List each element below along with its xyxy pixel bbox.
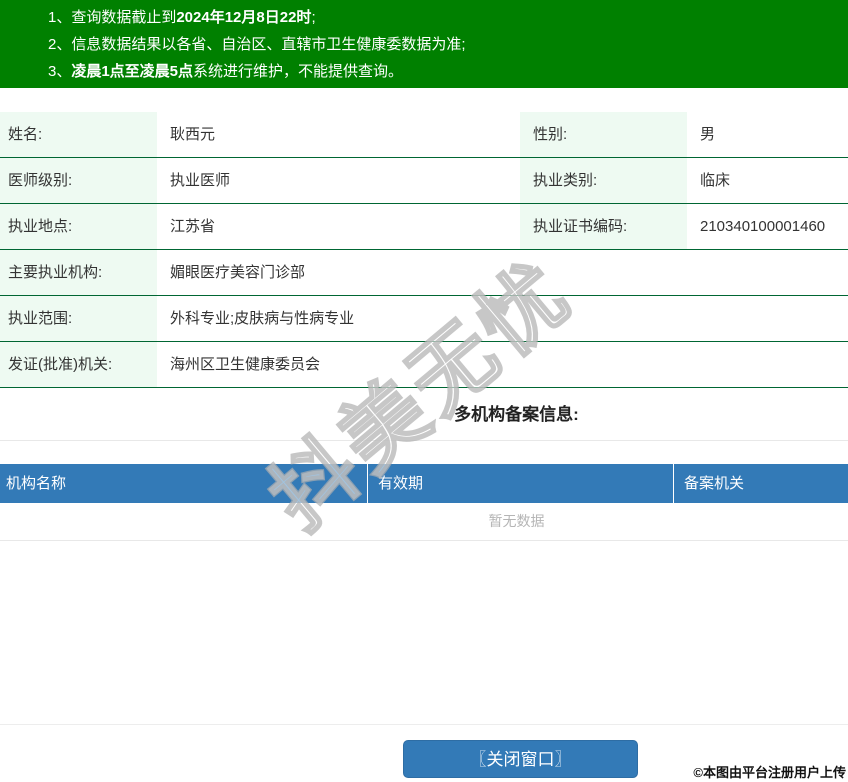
empty-state: 暂无数据 — [0, 503, 848, 541]
table-row: 医师级别: 执业医师 执业类别: 临床 — [0, 158, 848, 204]
field-label: 医师级别: — [0, 158, 157, 203]
table-row: 执业地点: 江苏省 执业证书编码: 210340100001460 — [0, 204, 848, 250]
profile-table: 姓名: 耿西元 性别: 男医师级别: 执业医师 执业类别: 临床执业地点: 江苏省 执业证书编码… — [0, 112, 848, 388]
close-window-button[interactable]: 〖关闭窗口〗 — [403, 740, 638, 778]
copyright-stamp: ©本图由平台注册用户上传 — [693, 765, 846, 780]
field-label: 执业地点: — [0, 204, 157, 249]
table-row: 执业范围: 外科专业;皮肤病与性病专业 — [0, 296, 848, 342]
field-value: 江苏省 — [170, 218, 216, 235]
notice-bold-text: 2024年12月8日22时 — [176, 9, 312, 26]
field-label: 发证(批准)机关: — [0, 342, 157, 387]
field-value: 海州区卫生健康委员会 — [170, 356, 321, 373]
notice-panel: 1、查询数据截止到2024年12月8日22时; 2、信息数据结果以各省、自治区、直… — [0, 0, 848, 88]
column-header: 有效期 — [368, 464, 674, 503]
column-header: 备案机关 — [684, 475, 745, 492]
field-value: 外科专业;皮肤病与性病专业 — [170, 310, 355, 327]
section-title-multi-institution: 多机构备案信息: — [454, 405, 579, 424]
field-label: 主要执业机构: — [0, 250, 157, 295]
field-label: 姓名: — [0, 112, 157, 157]
field-label: 执业类别: — [520, 158, 687, 203]
field-label: 执业证书编码: — [520, 204, 687, 249]
table-row: 发证(批准)机关: 海州区卫生健康委员会 — [0, 342, 848, 388]
notice-text: 2、信息数据结果以各省、自治区、直辖市卫生健康委数据为准; — [48, 36, 466, 53]
column-header: 机构名称 — [0, 464, 368, 503]
field-label: 性别: — [520, 112, 687, 157]
table-row: 姓名: 耿西元 性别: 男 — [0, 112, 848, 158]
notice-text: 3、 — [48, 63, 72, 80]
field-value: 男 — [700, 126, 716, 143]
field-value: 耿西元 — [170, 126, 216, 143]
field-label: 执业范围: — [0, 296, 157, 341]
divider-line — [0, 440, 848, 441]
notice-text: 系统进行维护，不能提供查询。 — [193, 63, 404, 80]
notice-text: 1、查询数据截止到 — [48, 9, 177, 26]
field-value: 执业医师 — [170, 172, 231, 189]
notice-line: 3、凌晨1点至凌晨5点系统进行维护，不能提供查询。 — [48, 58, 848, 85]
notice-line: 1、查询数据截止到2024年12月8日22时; — [48, 4, 848, 31]
notice-line: 2、信息数据结果以各省、自治区、直辖市卫生健康委数据为准; — [48, 31, 848, 58]
table-row: 主要执业机构: 媚眼医疗美容门诊部 — [0, 250, 848, 296]
notice-bold-text: 凌晨1点至凌晨5点 — [71, 63, 194, 80]
license-query-result-page: 1、查询数据截止到2024年12月8日22时; 2、信息数据结果以各省、自治区、直… — [0, 0, 848, 782]
notice-text: ; — [311, 9, 316, 26]
field-value: 210340100001460 — [700, 218, 826, 235]
field-value: 临床 — [700, 172, 731, 189]
field-value: 媚眼医疗美容门诊部 — [170, 264, 306, 281]
filing-table-header: 机构名称 有效期 备案机关 — [0, 464, 848, 503]
divider-line-bottom — [0, 724, 848, 725]
